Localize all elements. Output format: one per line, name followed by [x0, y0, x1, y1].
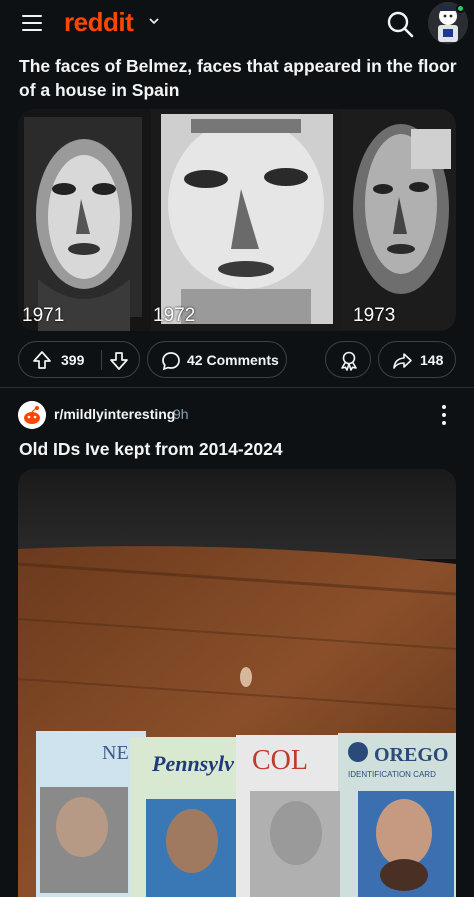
- share-icon: [393, 353, 412, 369]
- subreddit-name[interactable]: r/mildlyinteresting: [54, 406, 175, 422]
- year-label: 1972: [153, 305, 196, 326]
- downvote-icon[interactable]: [108, 350, 130, 372]
- award-button[interactable]: [325, 341, 371, 378]
- share-count: 148: [420, 352, 444, 368]
- post-separator: [0, 387, 474, 388]
- vote-divider: [101, 350, 102, 370]
- more-options-icon[interactable]: [436, 402, 452, 428]
- upvote-icon[interactable]: [31, 349, 53, 371]
- year-label: 1973: [353, 305, 396, 326]
- year-label: 1971: [22, 305, 65, 326]
- hamburger-menu-icon[interactable]: [22, 14, 42, 32]
- post-image-old-ids[interactable]: NE Pennsylv COL OREGO IDENTIFICATION CAR…: [18, 469, 456, 897]
- id-card-text: Pennsylv: [151, 751, 234, 776]
- face-panel-1972: 1972: [151, 109, 341, 331]
- subreddit-avatar[interactable]: [18, 401, 46, 429]
- post-time: 9h: [173, 406, 189, 422]
- id-card-text: NE: [102, 742, 129, 764]
- online-status-dot: [456, 4, 465, 13]
- post-title[interactable]: The faces of Belmez, faces that appeared…: [19, 54, 459, 102]
- post-image-belmez-faces[interactable]: 1971 1972 1973: [18, 109, 456, 331]
- comments-count-label: 42 Comments: [187, 352, 279, 368]
- post-title[interactable]: Old IDs Ive kept from 2014-2024: [19, 437, 459, 461]
- face-panel-1973: 1973: [341, 109, 456, 331]
- vote-bar: 399: [18, 341, 140, 378]
- award-icon: [341, 351, 357, 371]
- id-card-text: OREGO: [374, 744, 448, 766]
- upvote-count: 399: [61, 352, 85, 368]
- comments-button[interactable]: 42 Comments: [147, 341, 287, 378]
- reddit-logo[interactable]: reddit: [64, 7, 134, 38]
- search-icon[interactable]: [384, 8, 416, 40]
- id-card-text: IDENTIFICATION CARD: [348, 770, 436, 779]
- face-panel-1971: 1971: [18, 109, 151, 331]
- id-card-text: COL: [252, 745, 308, 776]
- chevron-down-icon[interactable]: [147, 14, 161, 28]
- share-button[interactable]: 148: [378, 341, 456, 378]
- comment-icon: [162, 352, 180, 371]
- top-bar: reddit: [0, 0, 474, 48]
